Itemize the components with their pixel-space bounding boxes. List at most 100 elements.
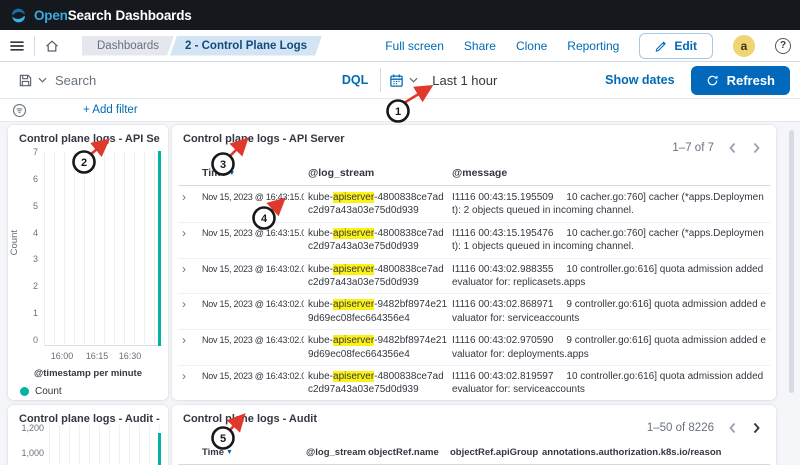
full-screen-link[interactable]: Full screen	[385, 39, 444, 53]
log-stream-cell: kube-apiserver-4800838ce7adc2d97a43a03e7…	[308, 191, 448, 218]
pagination-label: 1–7 of 7	[672, 142, 714, 154]
column-log-stream[interactable]: @log_stream	[306, 447, 364, 458]
expand-row-icon[interactable]: ›	[182, 263, 198, 276]
panel-api-server-chart: Control plane logs - API Server - ... Co…	[8, 125, 168, 400]
pagination-prev-icon[interactable]	[722, 138, 742, 158]
y-axis-ticks: 1,200 1,000	[12, 423, 44, 458]
share-link[interactable]: Share	[464, 39, 496, 53]
date-picker-button[interactable]	[381, 73, 426, 88]
message-cell: I1116 00:43:15.19547610 cacher.go:760] c…	[452, 227, 766, 254]
pagination-label: 1–50 of 8226	[647, 422, 714, 434]
opensearch-logo-icon	[10, 7, 27, 24]
pagination-prev-icon[interactable]	[722, 418, 742, 438]
calendar-icon	[389, 73, 404, 88]
highlighted-term: apiserver	[333, 299, 374, 310]
log-stream-cell: kube-apiserver-4800838ce7adc2d97a43a03e7…	[308, 370, 448, 397]
time-range-value[interactable]: Last 1 hour	[426, 73, 503, 88]
table-row: › Nov 15, 2023 @ 16:43:15.000 kube-apiserv…	[178, 187, 770, 223]
table-row: › Nov 15, 2023 @ 16:43:02.000 kube-apiserv…	[178, 330, 770, 366]
chevron-down-icon	[38, 77, 47, 83]
chevron-down-icon	[409, 77, 418, 83]
avatar[interactable]: a	[733, 35, 755, 57]
refresh-icon	[706, 74, 719, 87]
show-dates-link[interactable]: Show dates	[605, 73, 674, 87]
table-header: Time▼ @log_stream @message	[178, 162, 770, 186]
expand-row-icon[interactable]: ›	[182, 191, 198, 204]
log-stream-cell: kube-apiserver-9482bf8974e219d69ec08fec6…	[308, 298, 448, 325]
highlighted-term: apiserver	[333, 264, 374, 275]
column-time[interactable]: Time▼	[202, 167, 304, 179]
chart-plot-area[interactable]	[49, 425, 162, 465]
table-row: ›Nov 15, 2023 @ 16:43:02.000kube-apiserv…	[178, 259, 770, 295]
breadcrumb-current-dashboard[interactable]: 2 - Control Plane Logs	[170, 36, 322, 56]
expand-row-icon[interactable]: ›	[182, 298, 198, 311]
chart-legend[interactable]: Count	[20, 386, 62, 397]
page-scrollbar[interactable]	[789, 130, 794, 393]
breadcrumb-dashboards[interactable]: Dashboards	[82, 36, 174, 56]
log-stream-cell: kube-apiserver-9482bf8974e219d69ec08fec6…	[308, 334, 448, 361]
panel-title[interactable]: Control plane logs - API Server - ...	[19, 133, 160, 145]
message-cell: I1116 00:43:02.81959710 controller.go:61…	[452, 370, 766, 397]
menu-icon[interactable]	[9, 38, 25, 54]
opensearch-dashboards-app: OpenSearchDashboards Dashboards 2 - Cont…	[0, 0, 800, 465]
column-annotations-reason[interactable]: annotations.authorization.k8s.io/reason	[542, 447, 766, 458]
expand-row-icon[interactable]: ›	[182, 370, 198, 383]
chart-plot-area[interactable]	[44, 151, 162, 346]
table-row: › Nov 15, 2023 @ 16:43:02.000 kube-apiserv…	[178, 366, 770, 400]
x-axis-label: @timestamp per minute	[8, 368, 168, 379]
time-cell: Nov 15, 2023 @ 16:43:15.000	[202, 227, 304, 239]
time-cell: Nov 15, 2023 @ 16:43:02.000	[202, 263, 304, 275]
column-objectref-apigroup[interactable]: objectRef.apiGroup	[450, 447, 538, 458]
dql-selector[interactable]: DQL	[330, 73, 380, 87]
app-title: OpenSearchDashboards	[34, 8, 192, 23]
y-axis-ticks: 7 6 5 4 3 2 1 0	[14, 147, 38, 345]
message-cell: I1116 00:43:15.19550910 cacher.go:760] c…	[452, 191, 766, 218]
query-bar: DQL Last 1 hour Show dates Refresh	[0, 62, 800, 99]
panel-audit-chart: Control plane logs - Audit - Date ... 1,…	[8, 405, 168, 465]
edit-button[interactable]: Edit	[639, 33, 713, 59]
home-icon[interactable]	[44, 38, 60, 54]
legend-dot-icon	[20, 387, 29, 396]
message-cell: I1116 00:43:02.98835510 controller.go:61…	[452, 263, 766, 290]
highlighted-term: apiserver	[333, 371, 374, 382]
api-log-rows: › Nov 15, 2023 @ 16:43:15.000 kube-apiserv…	[178, 187, 770, 400]
refresh-button[interactable]: Refresh	[691, 66, 790, 95]
nav-bar: Dashboards 2 - Control Plane Logs Full s…	[0, 30, 800, 62]
highlighted-term: apiserver	[333, 192, 374, 203]
column-message[interactable]: @message	[452, 167, 766, 179]
time-cell: Nov 15, 2023 @ 16:43:02.000	[202, 298, 304, 310]
table-header: Time▼ @log_stream objectRef.name objectR…	[178, 442, 770, 465]
table-row: ›Nov 15, 2023 @ 16:43:15.000kube-apiserv…	[178, 223, 770, 259]
time-cell: Nov 15, 2023 @ 16:43:15.000	[202, 191, 304, 203]
highlighted-term: apiserver	[333, 228, 374, 239]
clone-link[interactable]: Clone	[516, 39, 547, 53]
expand-row-icon[interactable]: ›	[182, 227, 198, 240]
column-log-stream[interactable]: @log_stream	[308, 167, 448, 179]
highlighted-term: apiserver	[333, 335, 374, 346]
message-cell: I1116 00:43:02.8689719 controller.go:616…	[452, 298, 766, 325]
time-cell: Nov 15, 2023 @ 16:43:02.000	[202, 370, 304, 382]
save-icon	[18, 73, 33, 88]
sort-desc-icon: ▼	[228, 170, 235, 177]
breadcrumb: Dashboards 2 - Control Plane Logs	[82, 36, 322, 56]
filter-icon[interactable]	[12, 103, 27, 118]
panel-audit-logs: Control plane logs - Audit 1–50 of 8226 …	[172, 405, 776, 465]
nav-actions: Full screen Share Clone Reporting Edit a…	[385, 33, 791, 59]
help-icon[interactable]: ?	[775, 38, 791, 54]
count-bar[interactable]	[158, 433, 161, 465]
table-row: › Nov 15, 2023 @ 16:43:02.000 kube-apiserv…	[178, 294, 770, 330]
saved-query-menu-button[interactable]	[10, 73, 55, 88]
message-cell: I1116 00:43:02.9705909 controller.go:616…	[452, 334, 766, 361]
pagination-next-icon[interactable]	[746, 138, 766, 158]
search-input[interactable]	[55, 73, 330, 88]
reporting-link[interactable]: Reporting	[567, 39, 619, 53]
column-time[interactable]: Time▼	[202, 447, 302, 458]
add-filter-link[interactable]: + Add filter	[83, 104, 138, 116]
column-objectref-name[interactable]: objectRef.name	[368, 447, 446, 458]
sort-desc-icon: ▼	[226, 449, 233, 456]
pagination-next-icon[interactable]	[746, 418, 766, 438]
expand-row-icon[interactable]: ›	[182, 334, 198, 347]
filter-bar: + Add filter	[0, 99, 800, 122]
count-bar[interactable]	[158, 151, 161, 346]
time-cell: Nov 15, 2023 @ 16:43:02.000	[202, 334, 304, 346]
